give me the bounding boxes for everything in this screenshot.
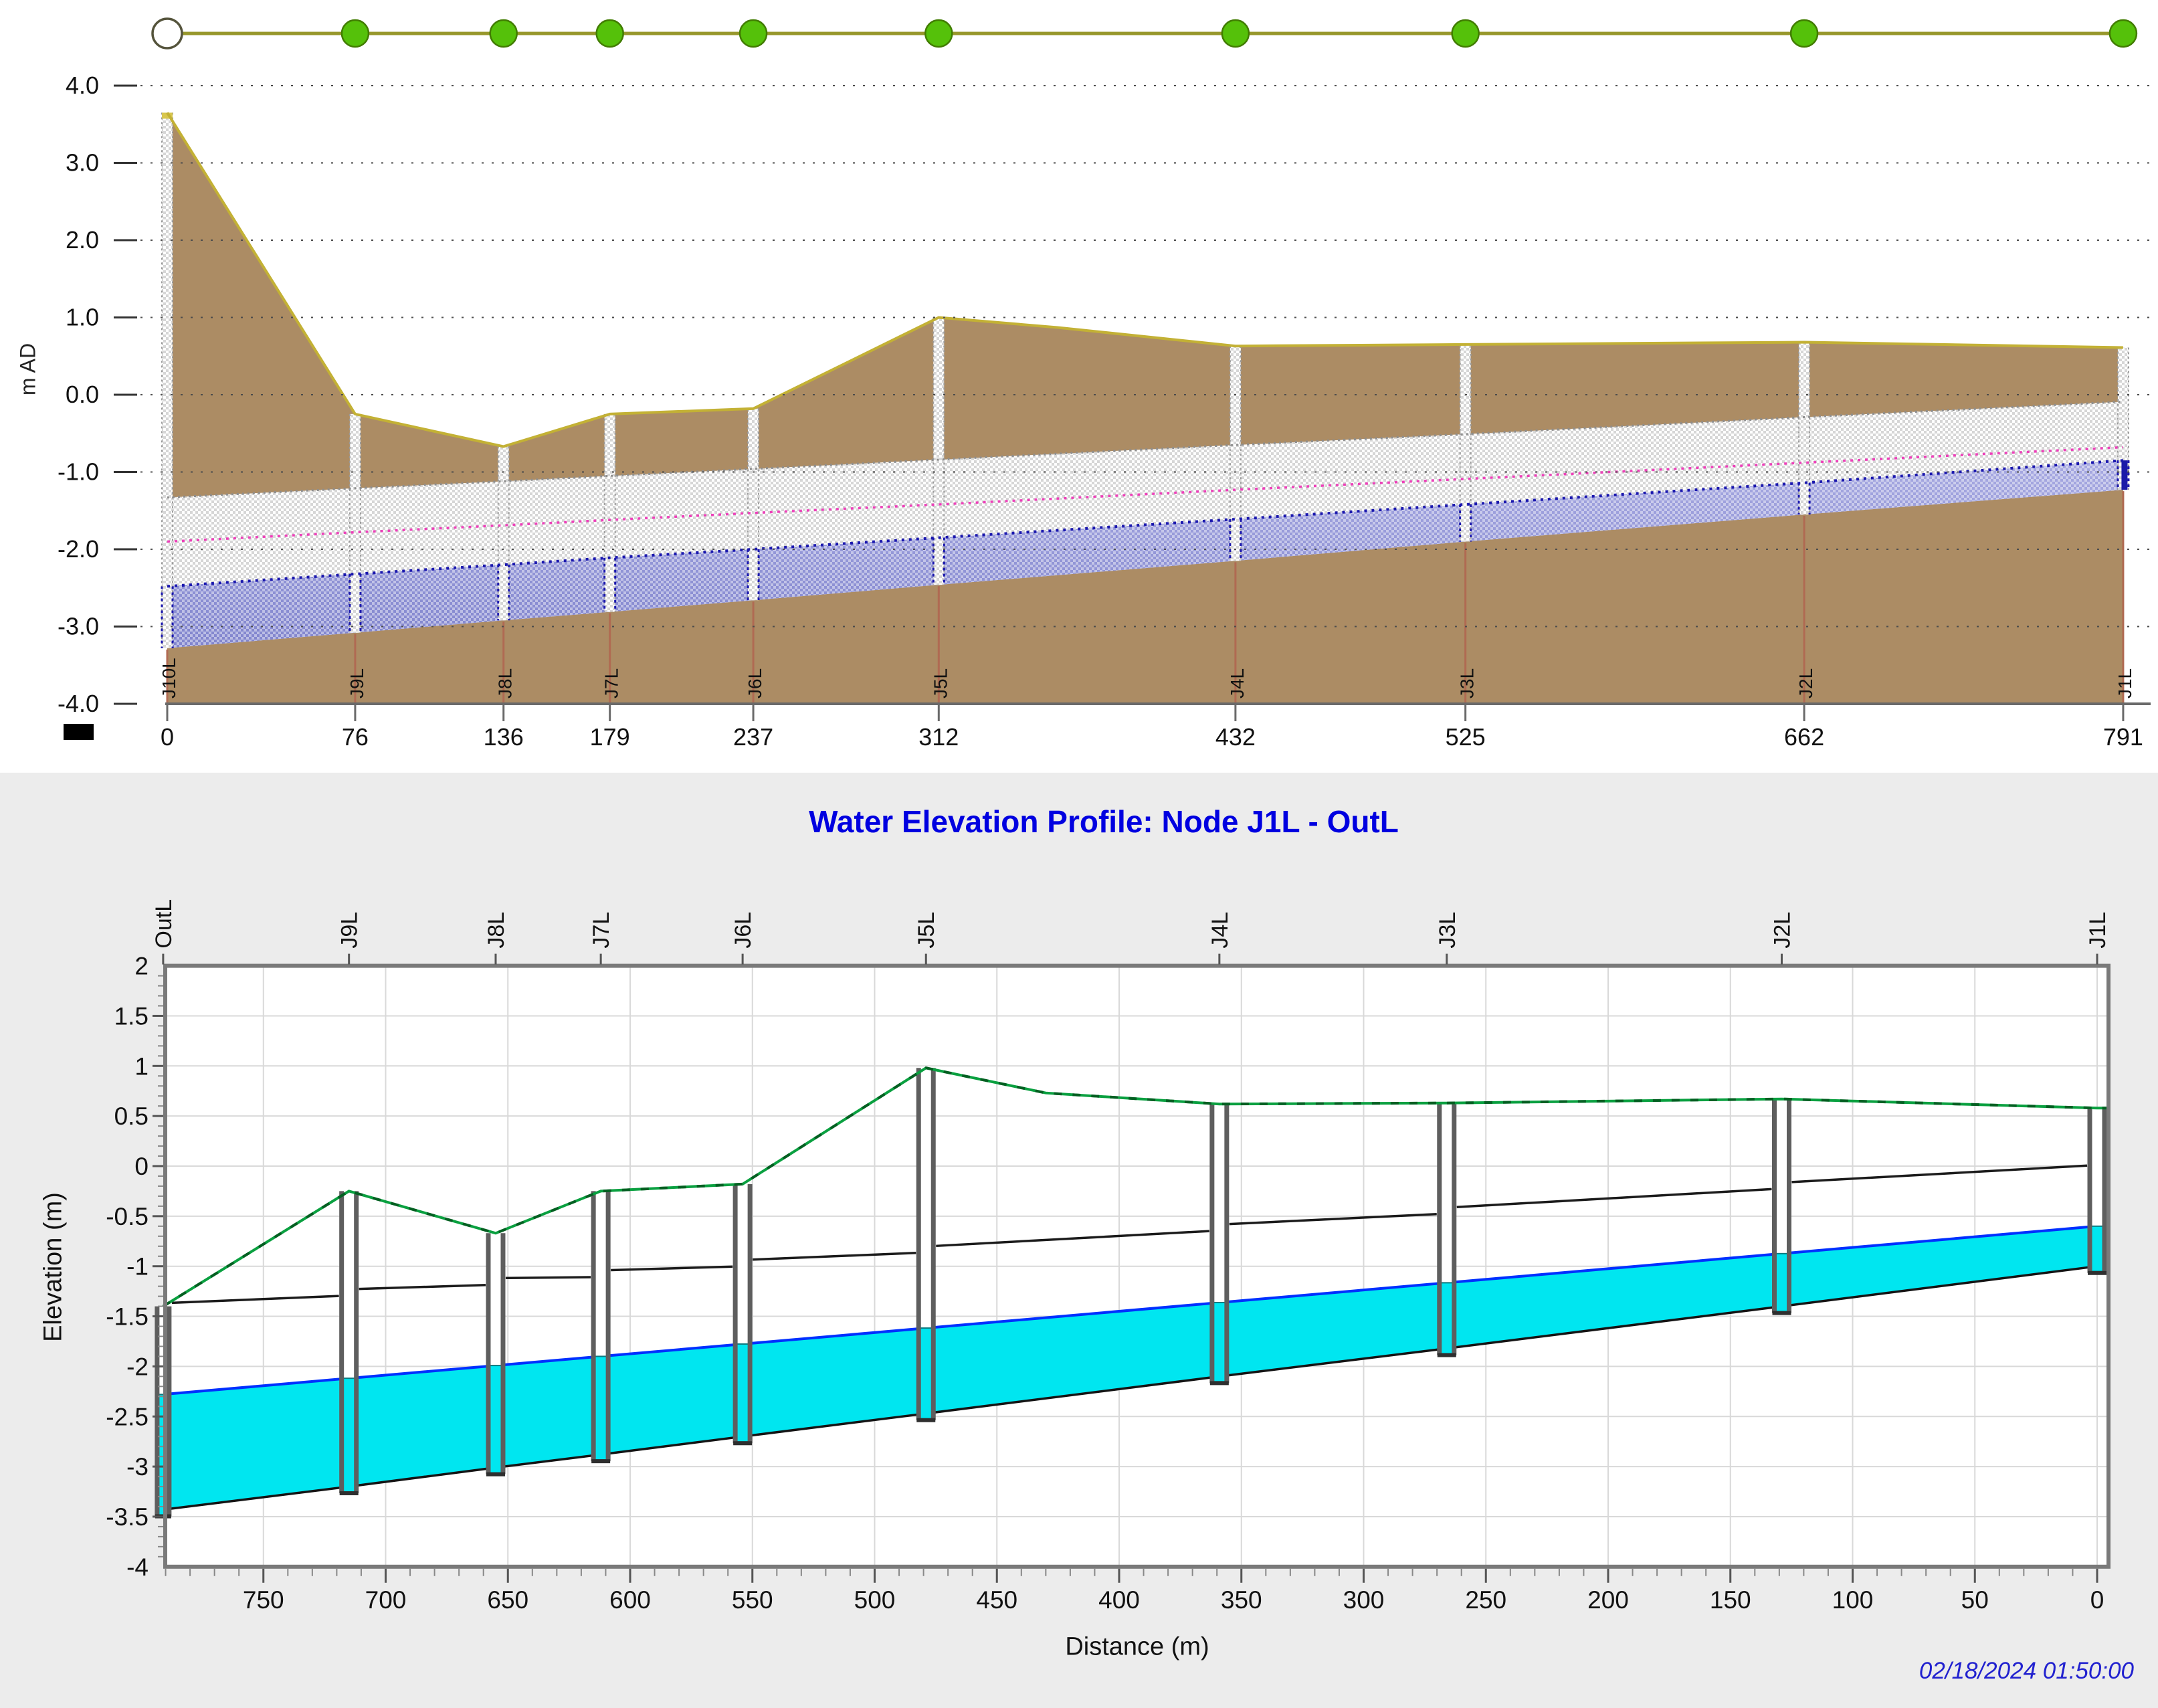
svg-text:-3.5: -3.5 — [106, 1503, 149, 1531]
svg-text:J9L: J9L — [347, 668, 367, 698]
svg-text:J3L: J3L — [1457, 668, 1478, 698]
svg-text:0: 0 — [2090, 1586, 2104, 1614]
svg-text:J5L: J5L — [930, 668, 951, 698]
svg-text:237: 237 — [733, 723, 773, 751]
manhole-J5L — [916, 1068, 935, 1420]
svg-text:J4L: J4L — [1207, 912, 1233, 949]
svg-text:J8L: J8L — [495, 668, 516, 698]
node-marker — [1791, 20, 1818, 47]
svg-text:450: 450 — [976, 1586, 1017, 1614]
svg-text:525: 525 — [1446, 723, 1486, 751]
svg-text:-4.0: -4.0 — [58, 690, 99, 717]
svg-text:-0.5: -0.5 — [106, 1203, 149, 1230]
svg-text:-2.5: -2.5 — [106, 1403, 149, 1430]
svg-text:J2L: J2L — [1795, 668, 1816, 698]
svg-text:250: 250 — [1465, 1586, 1506, 1614]
svg-text:136: 136 — [484, 723, 524, 751]
profile-viewer-page: 4.03.02.01.00.0-1.0-2.0-3.0-4.0076136179… — [0, 0, 2158, 1708]
svg-text:100: 100 — [1832, 1586, 1874, 1614]
svg-text:4.0: 4.0 — [66, 72, 99, 99]
manhole-J1L — [2088, 1108, 2106, 1273]
svg-text:J1L: J1L — [2085, 912, 2111, 949]
svg-text:J1L: J1L — [2115, 668, 2135, 698]
manhole-J7L — [591, 1191, 610, 1461]
manhole-J8L — [486, 1233, 505, 1474]
svg-text:OutL: OutL — [151, 899, 177, 949]
manhole-OutL — [155, 1307, 171, 1517]
svg-text:J2L: J2L — [1770, 912, 1795, 949]
svg-text:179: 179 — [590, 723, 630, 751]
svg-text:312: 312 — [918, 723, 959, 751]
svg-text:700: 700 — [365, 1586, 407, 1614]
node-marker — [597, 20, 623, 47]
svg-text:J7L: J7L — [601, 668, 622, 698]
chart-title: Water Elevation Profile: Node J1L - OutL — [809, 803, 1399, 840]
svg-text:2.0: 2.0 — [66, 226, 99, 254]
node-marker — [1452, 20, 1479, 47]
svg-text:0: 0 — [134, 1153, 149, 1180]
svg-text:J7L: J7L — [589, 912, 614, 949]
svg-text:662: 662 — [1784, 723, 1824, 751]
svg-text:J6L: J6L — [745, 668, 765, 698]
manhole-J9L — [340, 1191, 359, 1493]
legend-swatch — [64, 724, 94, 740]
bottom-y-axis-title: Elevation (m) — [39, 1192, 68, 1342]
svg-text:J3L: J3L — [1435, 912, 1460, 949]
timestamp: 02/18/2024 01:50:00 — [1919, 1658, 2134, 1685]
svg-text:0.0: 0.0 — [66, 381, 99, 408]
svg-text:550: 550 — [732, 1586, 773, 1614]
svg-text:1.0: 1.0 — [66, 304, 99, 331]
svg-text:0: 0 — [161, 723, 174, 751]
svg-text:J4L: J4L — [1227, 668, 1248, 698]
manhole-J2L — [1773, 1099, 1791, 1313]
svg-text:300: 300 — [1343, 1586, 1385, 1614]
svg-text:1.5: 1.5 — [114, 1002, 149, 1030]
svg-text:J5L: J5L — [914, 912, 939, 949]
manhole-J3L — [1438, 1103, 1456, 1355]
svg-text:400: 400 — [1098, 1586, 1140, 1614]
svg-text:600: 600 — [609, 1586, 651, 1614]
svg-text:J10L: J10L — [159, 658, 179, 698]
svg-text:650: 650 — [487, 1586, 528, 1614]
top-chart — [167, 112, 2123, 704]
svg-text:0.5: 0.5 — [114, 1103, 149, 1130]
node-marker — [2110, 20, 2137, 47]
node-marker — [740, 20, 767, 47]
node-marker — [1222, 20, 1249, 47]
svg-text:2: 2 — [134, 953, 149, 980]
svg-text:J8L: J8L — [484, 912, 509, 949]
svg-text:-2: -2 — [126, 1353, 149, 1380]
svg-text:791: 791 — [2103, 723, 2143, 751]
manhole-J6L — [733, 1184, 752, 1443]
node-status-strip — [153, 19, 2137, 48]
svg-text:3.0: 3.0 — [66, 149, 99, 177]
svg-text:200: 200 — [1587, 1586, 1629, 1614]
svg-text:150: 150 — [1710, 1586, 1751, 1614]
svg-text:-3.0: -3.0 — [58, 613, 99, 640]
node-marker — [490, 20, 517, 47]
svg-text:J9L: J9L — [337, 912, 363, 949]
svg-text:-3: -3 — [126, 1453, 149, 1481]
node-marker — [925, 20, 952, 47]
node-marker — [342, 20, 369, 47]
svg-text:-4: -4 — [126, 1553, 149, 1581]
svg-text:-1: -1 — [126, 1253, 149, 1280]
svg-text:500: 500 — [854, 1586, 896, 1614]
svg-text:J6L: J6L — [730, 912, 756, 949]
svg-text:750: 750 — [243, 1586, 284, 1614]
svg-text:-1.5: -1.5 — [106, 1303, 149, 1331]
svg-text:432: 432 — [1215, 723, 1256, 751]
svg-text:76: 76 — [342, 723, 369, 751]
svg-text:-1.0: -1.0 — [58, 458, 99, 486]
top-y-axis-title: m AD — [16, 343, 41, 395]
manhole-J4L — [1210, 1104, 1229, 1383]
svg-text:350: 350 — [1221, 1586, 1262, 1614]
bottom-x-axis-title: Distance (m) — [1065, 1633, 1209, 1662]
node-marker-open — [153, 19, 182, 48]
svg-text:-2.0: -2.0 — [58, 535, 99, 563]
svg-text:1: 1 — [134, 1052, 149, 1080]
profiles-scene: 4.03.02.01.00.0-1.0-2.0-3.0-4.0076136179… — [0, 0, 2158, 1708]
svg-text:50: 50 — [1961, 1586, 1989, 1614]
